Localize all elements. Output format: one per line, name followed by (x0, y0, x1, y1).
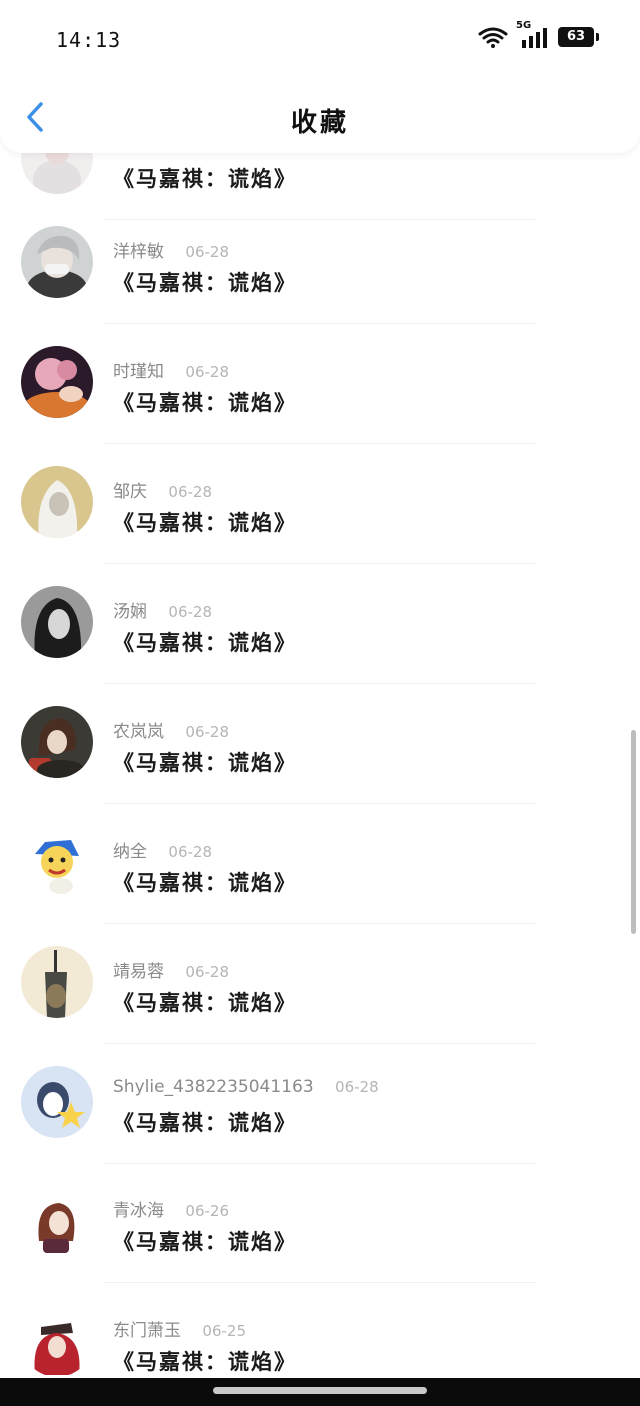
item-date: 06-25 (202, 1322, 246, 1340)
avatar (21, 1066, 93, 1138)
item-title[interactable]: 《马嘉祺：谎焰》 (113, 163, 297, 193)
avatar (21, 1185, 93, 1257)
list-item[interactable]: 汤娴 06-28 《马嘉祺：谎焰》 (0, 565, 640, 684)
app-header: 14:13 5G 63 收藏 (0, 0, 640, 153)
item-author: 洋梓敏 06-28 (113, 237, 229, 262)
item-date: 06-28 (185, 243, 229, 261)
item-author-name: 洋梓敏 (113, 242, 164, 262)
item-author-name: 靖易蓉 (113, 962, 164, 982)
item-title[interactable]: 《马嘉祺：谎焰》 (113, 987, 297, 1017)
item-title[interactable]: 《马嘉祺：谎焰》 (113, 267, 297, 297)
avatar (21, 346, 93, 418)
item-title[interactable]: 《马嘉祺：谎焰》 (113, 1226, 297, 1256)
list-item[interactable]: Shylie_4382235041163 06-28 《马嘉祺：谎焰》 (0, 1045, 640, 1164)
item-title[interactable]: 《马嘉祺：谎焰》 (113, 1346, 297, 1376)
item-author-name: 汤娴 (113, 602, 147, 622)
divider (105, 803, 535, 804)
avatar (21, 586, 93, 658)
divider (105, 323, 535, 324)
item-author-name: Shylie_4382235041163 (113, 1077, 314, 1097)
item-author-name: 东门萧玉 (113, 1321, 181, 1341)
item-title[interactable]: 《马嘉祺：谎焰》 (113, 627, 297, 657)
item-date: 06-28 (185, 723, 229, 741)
list-item[interactable]: 青冰海 06-26 《马嘉祺：谎焰》 (0, 1164, 640, 1283)
item-title[interactable]: 《马嘉祺：谎焰》 (113, 387, 297, 417)
item-title[interactable]: 《马嘉祺：谎焰》 (113, 507, 297, 537)
divider (105, 1043, 535, 1044)
item-date: 06-28 (185, 963, 229, 981)
list-item[interactable]: 农岚岚 06-28 《马嘉祺：谎焰》 (0, 685, 640, 804)
list-item[interactable]: 时瑾知 06-28 《马嘉祺：谎焰》 (0, 325, 640, 444)
item-author-name: 邹庆 (113, 482, 147, 502)
item-date: 06-28 (168, 843, 212, 861)
item-author: 邹庆 06-28 (113, 477, 212, 502)
list-item[interactable]: 纳全 06-28 《马嘉祺：谎焰》 (0, 805, 640, 924)
item-date: 06-26 (185, 1202, 229, 1220)
item-date: 06-28 (168, 483, 212, 501)
item-author: 汤娴 06-28 (113, 597, 212, 622)
list-item[interactable]: 靖易蓉 06-28 《马嘉祺：谎焰》 (0, 925, 640, 1044)
battery-indicator: 63 (558, 27, 599, 47)
avatar (21, 826, 93, 898)
item-author-name: 时瑾知 (113, 362, 164, 382)
list-item[interactable]: 洋梓敏 06-28 《马嘉祺：谎焰》 (0, 205, 640, 324)
status-icons: 5G 63 (478, 20, 599, 48)
item-author: 纳全 06-28 (113, 837, 212, 862)
item-date: 06-28 (335, 1078, 379, 1096)
item-author-name: 农岚岚 (113, 722, 164, 742)
page-title: 收藏 (290, 108, 349, 138)
item-author-name: 纳全 (113, 842, 147, 862)
divider (105, 443, 535, 444)
status-time: 14:13 (56, 28, 122, 52)
item-author: 时瑾知 06-28 (113, 357, 229, 382)
item-date: 06-28 (168, 603, 212, 621)
item-author: 东门萧玉 06-25 (113, 1316, 246, 1341)
item-author: 青冰海 06-26 (113, 1196, 229, 1221)
system-nav-bar (0, 1378, 640, 1406)
item-title[interactable]: 《马嘉祺：谎焰》 (113, 867, 297, 897)
wifi-icon (478, 26, 508, 48)
divider (105, 563, 535, 564)
network-type: 5G (516, 20, 532, 31)
cellular-signal-icon: 5G (516, 20, 548, 48)
item-author-name: 青冰海 (113, 1201, 164, 1221)
scrollbar[interactable] (631, 730, 636, 934)
avatar (21, 706, 93, 778)
item-author: 农岚岚 06-28 (113, 717, 229, 742)
divider (105, 1282, 535, 1283)
item-date: 06-28 (185, 363, 229, 381)
avatar (21, 226, 93, 298)
avatar (21, 946, 93, 1018)
avatar (21, 466, 93, 538)
item-title[interactable]: 《马嘉祺：谎焰》 (113, 747, 297, 777)
divider (105, 923, 535, 924)
list-item[interactable]: 邹庆 06-28 《马嘉祺：谎焰》 (0, 445, 640, 564)
item-title[interactable]: 《马嘉祺：谎焰》 (113, 1107, 297, 1137)
avatar (21, 1305, 93, 1377)
item-author: Shylie_4382235041163 06-28 (113, 1077, 379, 1097)
home-indicator[interactable] (213, 1387, 427, 1394)
item-author: 靖易蓉 06-28 (113, 957, 229, 982)
divider (105, 683, 535, 684)
